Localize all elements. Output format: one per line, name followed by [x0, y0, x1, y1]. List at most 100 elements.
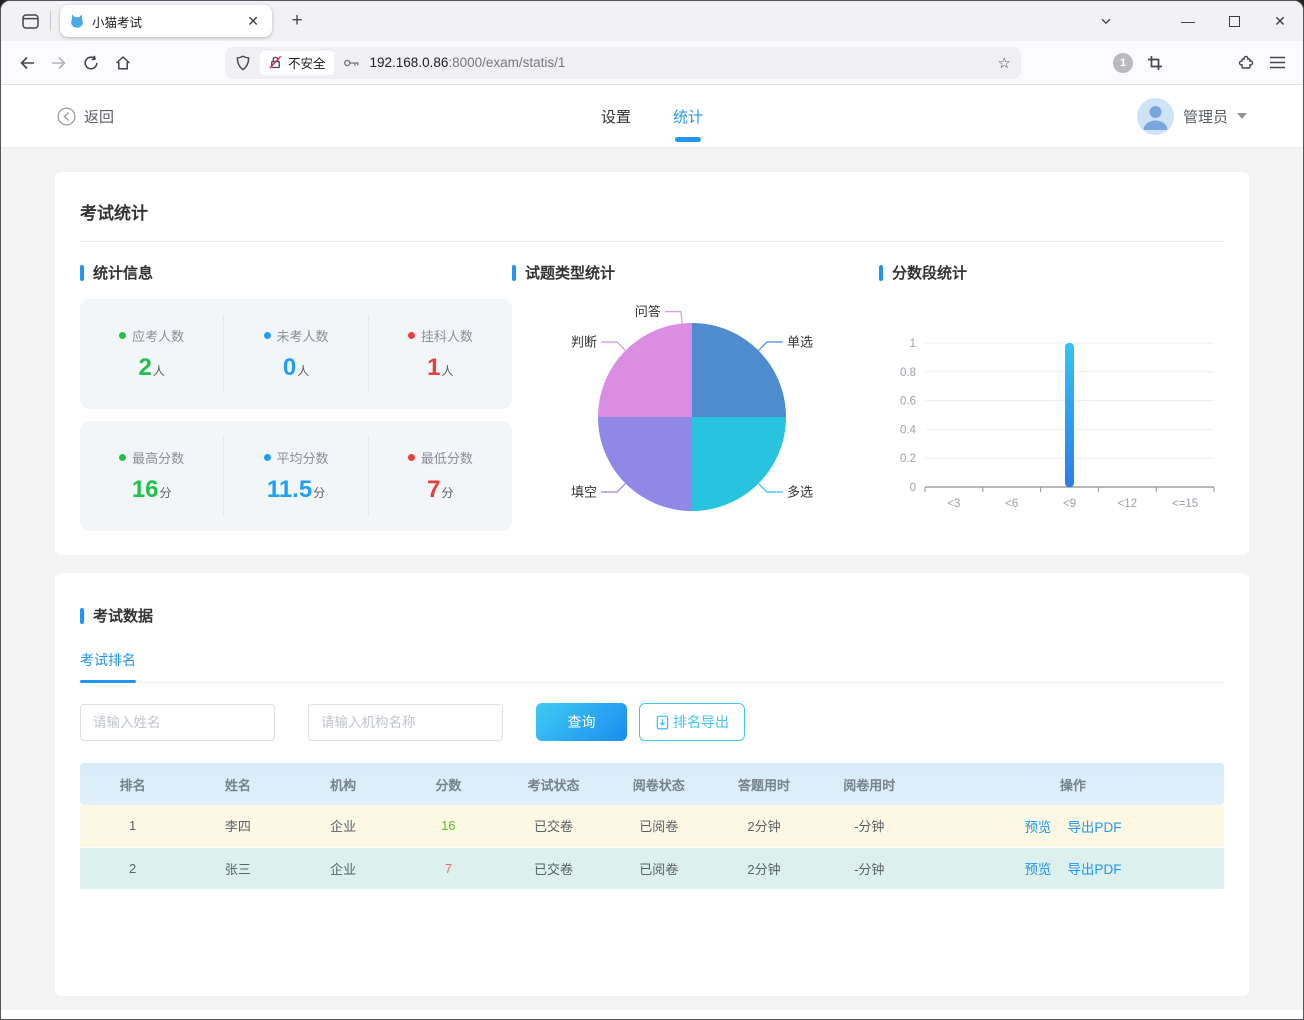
card-title: 考试统计 [80, 172, 1224, 241]
action-link[interactable]: 预览 [1024, 820, 1051, 835]
tab-separator [50, 11, 51, 31]
firefox-view-icon[interactable] [15, 6, 45, 36]
browser-tab[interactable]: 小猫考试 ✕ [60, 5, 272, 37]
pie-label-填空: 填空 [571, 485, 597, 500]
stat-unit: 人 [153, 364, 165, 378]
export-ranking-button[interactable]: 排名导出 [639, 703, 745, 741]
section-score-ranges: 分数段统计 [879, 262, 1224, 283]
stat-item: 挂科人数 1人 [368, 315, 512, 393]
column-header: 答题用时 [711, 763, 816, 805]
tab-title: 小猫考试 [92, 12, 243, 31]
pie-label-line-判断 [601, 342, 626, 351]
close-button[interactable]: ✕ [1257, 1, 1303, 41]
forward-icon[interactable] [43, 47, 75, 79]
exam-statistics-card: 考试统计 统计信息 应考人数2人未考人数0人挂科人数1人最高分数16分平均分数1… [55, 172, 1249, 555]
cell-answer_time: 2分钟 [711, 805, 816, 847]
maximize-button[interactable] [1211, 1, 1257, 41]
cell-org: 企业 [290, 847, 395, 889]
pie-label-单选: 单选 [787, 335, 813, 350]
x-tick-label: <12 [1118, 498, 1138, 510]
stat-label: 最高分数 [80, 448, 223, 467]
pie-label-line-填空 [601, 484, 626, 493]
browser-window: 小猫考试 ✕ + — ✕ [0, 0, 1304, 1020]
stat-label: 挂科人数 [369, 326, 512, 345]
cell-exam_status: 已交卷 [501, 805, 606, 847]
y-tick-label: 0.2 [900, 453, 916, 465]
cell-org: 企业 [290, 805, 395, 847]
refresh-icon[interactable] [75, 47, 107, 79]
table-row: 2张三企业7已交卷已阅卷2分钟-分钟预览导出PDF [80, 847, 1224, 889]
stat-item: 未考人数0人 [223, 315, 367, 393]
pie-label-line-问答 [665, 312, 682, 324]
user-name: 管理员 [1183, 106, 1228, 127]
stat-unit: 分 [313, 486, 325, 500]
url-bar[interactable]: 不安全 192.168.0.86:8000/exam/statis/1 ☆ [225, 47, 1021, 79]
exam-data-card: 考试数据 考试排名 查询 排名导出 排名姓名机构分数考试状态阅卷状态答题用时阅卷… [55, 573, 1249, 996]
stat-value: 16分 [80, 476, 223, 504]
new-tab-button[interactable]: + [282, 6, 312, 36]
home-icon[interactable] [107, 47, 139, 79]
question-type-pie-chart: 单选多选填空判断问答 [512, 295, 872, 535]
minimize-button[interactable]: — [1165, 1, 1211, 41]
back-button[interactable]: 返回 [57, 106, 114, 127]
stat-item: 最高分数 16分 [80, 437, 223, 515]
stat-dot [408, 454, 415, 461]
tab-close-icon[interactable]: ✕ [243, 11, 263, 32]
stat-item: 平均分数11.5分 [223, 437, 367, 515]
section-question-types: 试题类型统计 [512, 262, 879, 283]
cell-rank: 1 [80, 805, 185, 847]
stat-unit: 人 [442, 364, 454, 378]
column-header: 机构 [290, 763, 395, 805]
security-indicator[interactable]: 不安全 [260, 51, 334, 75]
y-tick-label: 0.4 [900, 424, 917, 436]
stat-value: 1人 [369, 354, 512, 382]
tab-statistics[interactable]: 统计 [673, 106, 703, 127]
stat-value: 7分 [369, 476, 512, 504]
url-host: 192.168.0.86 [370, 55, 449, 70]
stat-label: 平均分数 [224, 448, 367, 467]
y-tick-label: 1 [910, 338, 916, 350]
extension-badge[interactable]: 1 [1107, 47, 1139, 79]
name-search-input[interactable] [80, 704, 275, 741]
url-text: 192.168.0.86:8000/exam/statis/1 [370, 55, 566, 70]
action-link[interactable]: 导出PDF [1067, 820, 1121, 835]
back-icon[interactable] [11, 47, 43, 79]
menu-hamburger-icon[interactable] [1261, 47, 1293, 79]
action-link[interactable]: 导出PDF [1067, 862, 1121, 877]
stat-label: 最低分数 [369, 448, 512, 467]
tab-exam-ranking[interactable]: 考试排名 [80, 650, 136, 682]
x-tick-label: <9 [1063, 498, 1076, 510]
stat-unit: 分 [160, 486, 172, 500]
pie-label-line-多选 [759, 484, 784, 493]
cell-exam_status: 已交卷 [501, 847, 606, 889]
section-accent-bar [512, 265, 516, 281]
cell-review_status: 已阅卷 [606, 847, 711, 889]
bookmark-star-icon[interactable]: ☆ [998, 54, 1011, 72]
stat-groups: 应考人数2人未考人数0人挂科人数1人最高分数16分平均分数11.5分最低分数7分 [80, 299, 512, 531]
section-exam-data: 考试数据 [80, 573, 1224, 626]
extensions-puzzle-icon[interactable] [1229, 47, 1261, 79]
query-button[interactable]: 查询 [536, 703, 627, 741]
y-tick-label: 0 [910, 482, 916, 494]
back-circle-icon [57, 107, 76, 126]
shield-icon[interactable] [235, 55, 251, 71]
action-link[interactable]: 预览 [1024, 862, 1051, 877]
list-tabs-icon[interactable] [1083, 1, 1129, 41]
pie-label-问答: 问答 [635, 304, 661, 319]
tab-settings[interactable]: 设置 [601, 106, 631, 127]
browser-toolbar: 不安全 192.168.0.86:8000/exam/statis/1 ☆ 1 [1, 41, 1303, 85]
user-menu[interactable]: 管理员 [1137, 98, 1247, 135]
stat-dot [408, 332, 415, 339]
chevron-down-icon [1237, 113, 1247, 119]
stat-item: 最低分数 7分 [368, 437, 512, 515]
section-accent-bar [80, 265, 84, 281]
cell-review_time: -分钟 [817, 847, 922, 889]
stat-dot [264, 454, 271, 461]
column-header: 考试状态 [501, 763, 606, 805]
screenshot-crop-icon[interactable] [1139, 47, 1171, 79]
bar-<9 [1065, 343, 1074, 487]
org-search-input[interactable] [308, 704, 503, 741]
stat-value: 0人 [224, 354, 367, 382]
section-accent-bar [80, 608, 84, 624]
cell-name: 李四 [185, 805, 290, 847]
